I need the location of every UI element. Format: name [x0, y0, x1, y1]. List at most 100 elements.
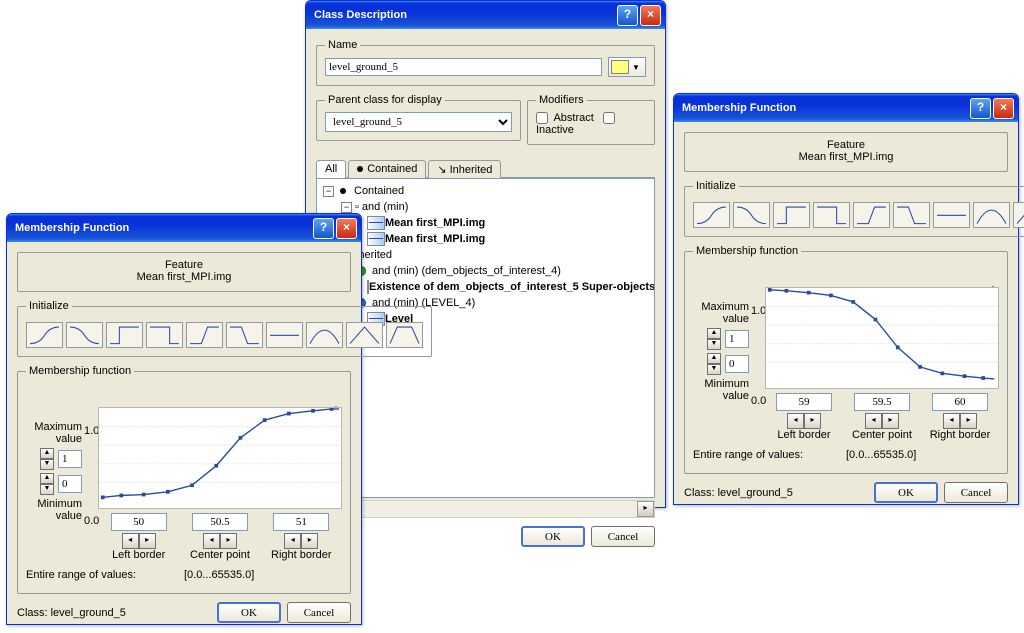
curve-bell-icon[interactable] [973, 202, 1010, 228]
right-border-nudge[interactable]: ◂▸ [284, 533, 318, 549]
feature-value: Mean first_MPI.img [693, 151, 999, 163]
ok-button[interactable]: OK [521, 526, 585, 547]
ok-button[interactable]: OK [874, 482, 938, 503]
cancel-button[interactable]: Cancel [591, 526, 655, 547]
curve-s-up-icon[interactable] [693, 202, 730, 228]
feature-group: Feature Mean first_MPI.img [684, 132, 1008, 172]
right-border-input[interactable] [932, 393, 988, 411]
window-title: Membership Function [15, 222, 311, 234]
tab-inherited[interactable]: ↘Inherited [428, 160, 501, 178]
titlebar[interactable]: Membership Function ? × [674, 94, 1018, 122]
help-button[interactable]: ? [970, 98, 991, 119]
max-spinner[interactable]: ▲▼ [40, 448, 54, 470]
close-button[interactable]: × [993, 98, 1014, 119]
curve-icon [367, 232, 385, 246]
left-border-nudge[interactable]: ◂▸ [122, 533, 156, 549]
tree-item-mean1[interactable]: Mean first_MPI.img [385, 215, 485, 231]
range-value: [0.0...65535.0] [846, 449, 999, 461]
right-border-nudge[interactable]: ◂▸ [943, 413, 977, 429]
min-spinner[interactable]: ▲▼ [40, 473, 54, 495]
mf-chart-left[interactable] [98, 407, 342, 509]
init-buttons [693, 202, 1024, 228]
dot-icon [340, 188, 346, 194]
center-point-input[interactable] [854, 393, 910, 411]
min-label: Minimum value [26, 498, 82, 522]
left-border-input[interactable] [111, 513, 167, 531]
curve-s-down-icon[interactable] [733, 202, 770, 228]
curve-ramp-down-icon[interactable] [893, 202, 930, 228]
curve-trap-icon[interactable] [386, 322, 423, 348]
abstract-check[interactable]: Abstract [536, 112, 594, 124]
y-bot: 0.0 [84, 515, 99, 527]
titlebar[interactable]: Membership Function ? × [7, 214, 361, 242]
color-picker[interactable]: ▼ [608, 57, 646, 77]
titlebar[interactable]: Class Description ? × [306, 1, 665, 29]
curve-s-up-icon[interactable] [26, 322, 63, 348]
curve-ramp-down-icon[interactable] [226, 322, 263, 348]
chevron-down-icon: ▼ [632, 63, 640, 72]
name-group: Name ▼ [316, 39, 655, 86]
parent-label: Parent class for display [325, 94, 445, 106]
max-label: Maximum value [693, 301, 749, 325]
initialize-group: Initialize [17, 300, 432, 357]
scroll-right-icon[interactable]: ▸ [637, 501, 654, 517]
left-border-nudge[interactable]: ◂▸ [787, 413, 821, 429]
tabs: All Contained ↘Inherited [316, 159, 655, 178]
curve-step-up-icon[interactable] [773, 202, 810, 228]
horizontal-scrollbar[interactable]: ◂▸ [316, 500, 655, 518]
tab-contained[interactable]: Contained [348, 160, 426, 178]
tree-item-existence[interactable]: Existence of dem_objects_of_interest_5 S… [369, 279, 655, 295]
y-top: 1.0 [84, 425, 99, 437]
mf-chart-right[interactable] [765, 287, 999, 389]
help-button[interactable]: ? [617, 5, 638, 26]
curve-flat-icon[interactable] [266, 322, 303, 348]
close-button[interactable]: × [640, 5, 661, 26]
ok-button[interactable]: OK [217, 602, 281, 623]
curve-step-up-icon[interactable] [106, 322, 143, 348]
range-label: Entire range of values: [693, 449, 846, 461]
modifiers-label: Modifiers [536, 94, 587, 106]
initialize-group: Initialize [684, 180, 1024, 237]
mf-group: Membership function x/y Coordinates Maxi… [684, 245, 1008, 474]
cancel-button[interactable]: Cancel [287, 602, 351, 623]
center-point-nudge[interactable]: ◂▸ [865, 413, 899, 429]
membership-function-window-left: Membership Function ? × Feature Mean fir… [6, 213, 362, 625]
curve-flat-icon[interactable] [933, 202, 970, 228]
window-title: Class Description [314, 9, 615, 21]
close-button[interactable]: × [336, 218, 357, 239]
curve-step-down-icon[interactable] [813, 202, 850, 228]
name-label: Name [325, 39, 360, 51]
curve-tri-icon[interactable] [1013, 202, 1024, 228]
curve-icon [367, 280, 369, 294]
mf-group: Membership function x/y Coordinates Maxi… [17, 365, 351, 594]
min-input[interactable] [725, 355, 749, 373]
curve-s-down-icon[interactable] [66, 322, 103, 348]
class-name: Class: level_ground_5 [17, 607, 211, 619]
parent-select[interactable]: level_ground_5 [325, 112, 512, 132]
curve-bell-icon[interactable] [306, 322, 343, 348]
tab-all[interactable]: All [316, 160, 346, 178]
curve-tri-icon[interactable] [346, 322, 383, 348]
collapse-icon[interactable]: − [323, 186, 334, 197]
range-value: [0.0...65535.0] [184, 569, 342, 581]
max-input[interactable] [725, 330, 749, 348]
init-buttons [26, 322, 423, 348]
name-input[interactable] [325, 58, 602, 76]
help-button[interactable]: ? [313, 218, 334, 239]
collapse-icon[interactable]: − [341, 202, 352, 213]
min-spinner[interactable]: ▲▼ [707, 353, 721, 375]
curve-step-down-icon[interactable] [146, 322, 183, 348]
curve-ramp-up-icon[interactable] [186, 322, 223, 348]
max-spinner[interactable]: ▲▼ [707, 328, 721, 350]
right-border-input[interactable] [273, 513, 329, 531]
min-input[interactable] [58, 475, 82, 493]
membership-function-window-right: Membership Function ? × Feature Mean fir… [673, 93, 1019, 505]
max-input[interactable] [58, 450, 82, 468]
left-border-input[interactable] [776, 393, 832, 411]
tree-item-mean2[interactable]: Mean first_MPI.img [385, 231, 485, 247]
center-point-input[interactable] [192, 513, 248, 531]
center-point-nudge[interactable]: ◂▸ [203, 533, 237, 549]
cancel-button[interactable]: Cancel [944, 482, 1008, 503]
color-swatch [611, 60, 629, 74]
curve-ramp-up-icon[interactable] [853, 202, 890, 228]
